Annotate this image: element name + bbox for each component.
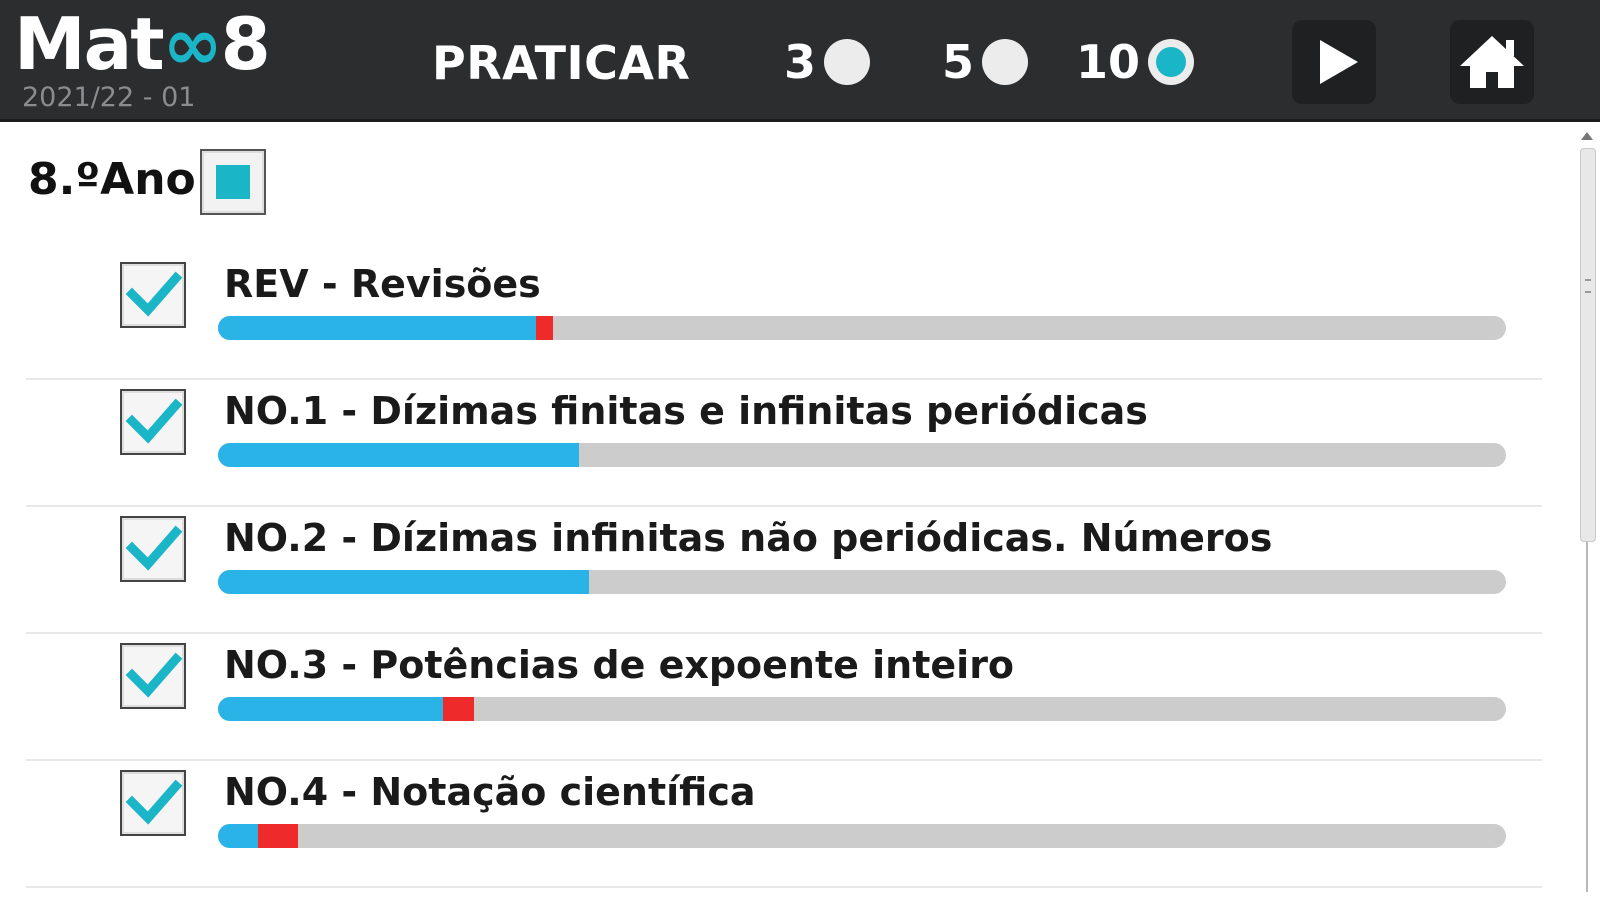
scroll-up-arrow-icon[interactable] (1581, 132, 1593, 140)
vertical-scrollbar[interactable] (1574, 124, 1600, 900)
topic-checkbox[interactable] (120, 389, 186, 455)
progress-wrong (258, 824, 298, 848)
topic-row: NO.3 - Potências de expoente inteiro (0, 635, 1542, 765)
radio-button[interactable] (824, 39, 871, 85)
radio-button-selected[interactable] (1148, 39, 1195, 85)
row-divider (26, 759, 1542, 761)
checkmark-icon (125, 271, 183, 317)
row-divider (26, 886, 1542, 888)
app-logo: Mat∞8 (14, 2, 271, 86)
topic-title[interactable]: NO.3 - Potências de expoente inteiro (224, 643, 1274, 687)
checkmark-icon (125, 398, 183, 444)
question-count-label: 3 (784, 35, 817, 89)
home-button[interactable] (1450, 20, 1534, 104)
topic-title[interactable]: REV - Revisões (224, 262, 1274, 306)
progress-correct (218, 824, 258, 848)
question-count-5-option[interactable]: 5 (942, 34, 1029, 90)
checkmark-icon (125, 652, 183, 698)
topic-checkbox[interactable] (120, 262, 186, 328)
top-bar: Mat∞8 2021/22 - 01 PRATICAR 3 5 10 (0, 0, 1600, 122)
progress-bar (218, 316, 1506, 340)
topic-row: NO.1 - Dízimas finitas e infinitas perió… (0, 381, 1542, 511)
progress-bar (218, 697, 1506, 721)
topic-checkbox[interactable] (120, 770, 186, 836)
progress-wrong (536, 316, 553, 340)
row-divider (26, 378, 1542, 380)
play-button[interactable] (1292, 20, 1376, 104)
topic-title[interactable]: NO.4 - Notação científica (224, 770, 1274, 814)
row-divider (26, 632, 1542, 634)
topic-checkbox[interactable] (120, 643, 186, 709)
logo-infinity: ∞ (162, 2, 223, 86)
progress-correct (218, 316, 536, 340)
row-divider (26, 505, 1542, 507)
progress-correct (218, 697, 443, 721)
logo-prefix: Mat (14, 2, 165, 86)
question-count-label: 5 (942, 35, 975, 89)
topic-row: NO.4 - Notação científica (0, 762, 1542, 892)
question-count-label: 10 (1076, 35, 1141, 89)
topic-title[interactable]: NO.1 - Dízimas finitas e infinitas perió… (224, 389, 1274, 433)
scrollbar-track (1586, 542, 1588, 892)
progress-bar (218, 443, 1506, 467)
topic-checkbox[interactable] (120, 516, 186, 582)
progress-bar (218, 824, 1506, 848)
topic-row: REV - Revisões (0, 254, 1542, 384)
topic-title[interactable]: NO.2 - Dízimas infinitas não periódicas.… (224, 516, 1274, 560)
home-icon (1460, 36, 1524, 88)
grade-select-all-checkbox[interactable] (200, 149, 266, 215)
progress-correct (218, 570, 589, 594)
topic-row: NO.2 - Dízimas infinitas não periódicas.… (0, 508, 1542, 638)
play-icon (1320, 40, 1358, 84)
logo-suffix: 8 (220, 2, 271, 86)
checkmark-icon (125, 525, 183, 571)
progress-wrong (443, 697, 474, 721)
version-label: 2021/22 - 01 (22, 82, 196, 113)
radio-button[interactable] (982, 39, 1029, 85)
question-count-3-option[interactable]: 3 (784, 34, 871, 90)
checkmark-icon (125, 779, 183, 825)
partial-check-indicator (216, 165, 250, 199)
progress-bar (218, 570, 1506, 594)
grade-label: 8.ºAno (28, 154, 196, 205)
scrollbar-thumb[interactable] (1580, 148, 1596, 542)
topic-list-panel: 8.ºAno REV - Revisões NO.1 - Dízimas fin… (0, 124, 1572, 900)
progress-correct (218, 443, 579, 467)
mode-title: PRATICAR (432, 36, 691, 90)
question-count-10-option[interactable]: 10 (1076, 34, 1195, 90)
